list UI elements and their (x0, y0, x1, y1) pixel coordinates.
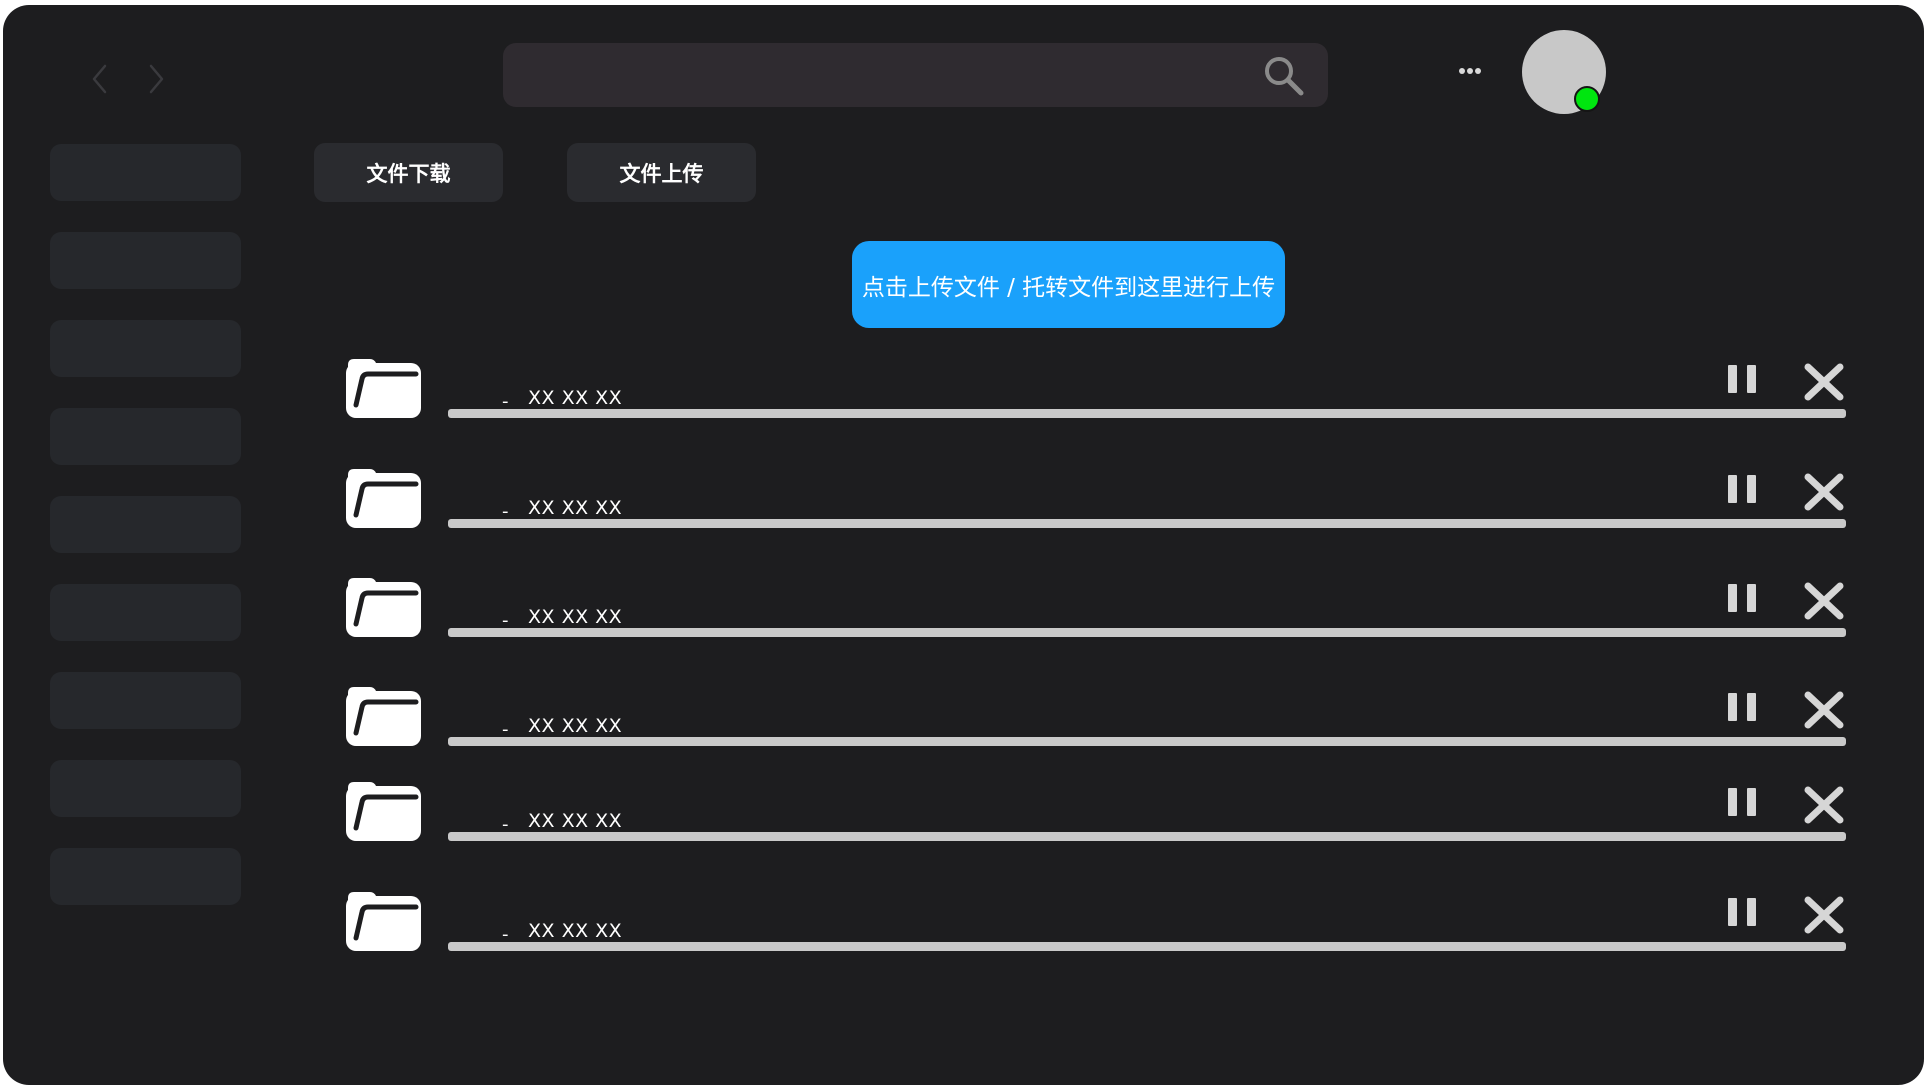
tab-file-download[interactable]: 文件下载 (314, 143, 503, 202)
progress-bar (448, 737, 1846, 746)
progress-bar (448, 519, 1846, 528)
folder-icon (346, 469, 421, 528)
folder-icon (346, 359, 421, 418)
folder-icon (346, 782, 421, 841)
progress-fill (448, 832, 1846, 841)
progress-fill (448, 942, 1846, 951)
pause-icon[interactable] (1726, 896, 1758, 928)
progress-fill (448, 519, 1846, 528)
pause-icon[interactable] (1726, 582, 1758, 614)
folder-icon (346, 892, 421, 951)
file-row: - XX XX XX (0, 574, 1927, 644)
search-input[interactable] (503, 43, 1243, 107)
close-icon[interactable] (1804, 691, 1844, 729)
close-icon[interactable] (1804, 473, 1844, 511)
file-row: - XX XX XX (0, 355, 1927, 425)
tab-file-upload[interactable]: 文件上传 (567, 143, 756, 202)
progress-bar (448, 628, 1846, 637)
file-name: XX XX XX (528, 920, 623, 942)
back-button[interactable] (88, 62, 112, 96)
progress-bar (448, 942, 1846, 951)
progress-fill (448, 737, 1846, 746)
pause-icon[interactable] (1726, 473, 1758, 505)
close-icon[interactable] (1804, 363, 1844, 401)
folder-icon (346, 578, 421, 637)
pause-icon[interactable] (1726, 691, 1758, 723)
progress-bar (448, 409, 1846, 418)
pause-icon[interactable] (1726, 363, 1758, 395)
file-row: - XX XX XX (0, 778, 1927, 848)
close-icon[interactable] (1804, 786, 1844, 824)
sidebar-item[interactable] (50, 232, 241, 289)
chevron-right-icon (149, 64, 164, 94)
file-row: - XX XX XX (0, 888, 1927, 958)
search-icon[interactable] (1263, 55, 1305, 97)
progress-fill (448, 409, 1846, 418)
file-name: XX XX XX (528, 715, 623, 737)
file-name: XX XX XX (528, 606, 623, 628)
folder-icon (346, 687, 421, 746)
file-row: - XX XX XX (0, 465, 1927, 535)
file-row: - XX XX XX (0, 683, 1927, 753)
progress-bar (448, 832, 1846, 841)
file-name: XX XX XX (528, 810, 623, 832)
search-bar[interactable] (503, 43, 1328, 107)
chevron-left-icon (92, 64, 107, 94)
pause-icon[interactable] (1726, 786, 1758, 818)
file-name: XX XX XX (528, 387, 623, 409)
close-icon[interactable] (1804, 896, 1844, 934)
upload-dropzone-button[interactable]: 点击上传文件 / 托转文件到这里进行上传 (852, 241, 1285, 328)
forward-button[interactable] (144, 62, 168, 96)
file-name: XX XX XX (528, 497, 623, 519)
close-icon[interactable] (1804, 582, 1844, 620)
online-status-dot (1574, 86, 1600, 112)
more-icon[interactable] (1452, 60, 1488, 82)
progress-fill (448, 628, 1846, 637)
sidebar-item[interactable] (50, 144, 241, 201)
